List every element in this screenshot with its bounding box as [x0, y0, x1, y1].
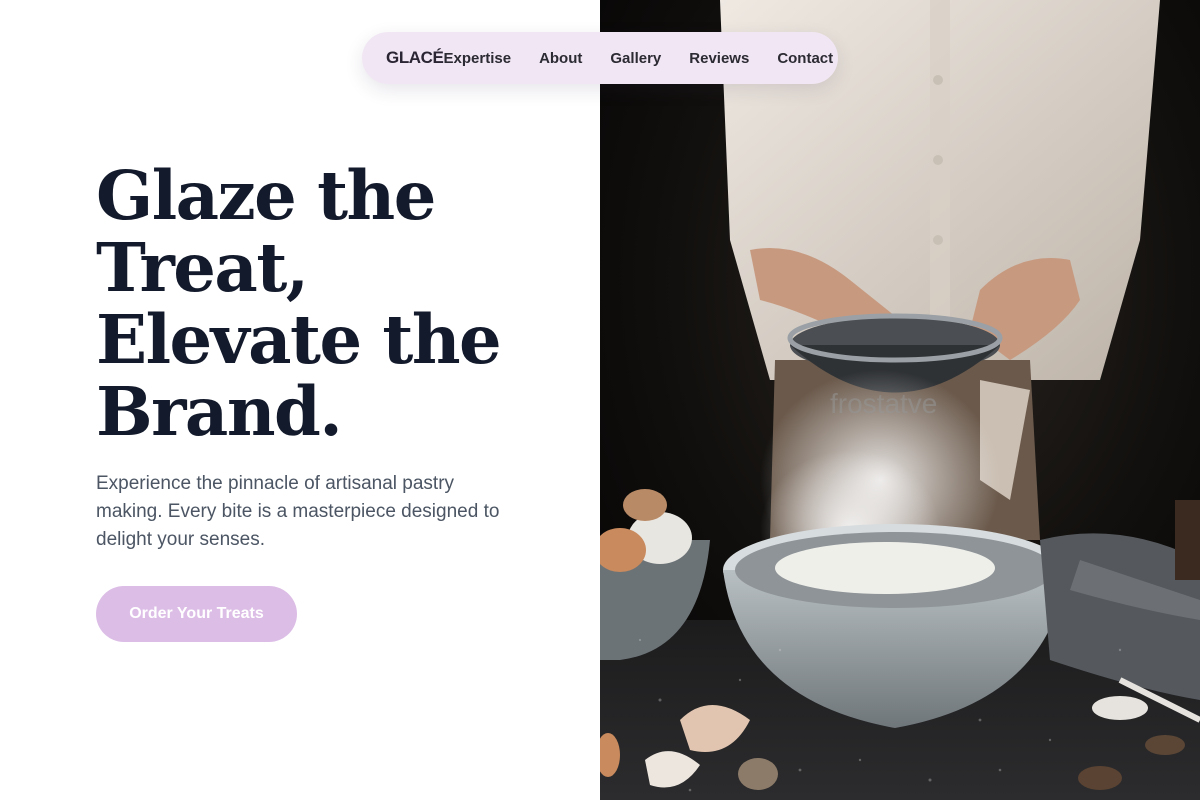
hero-text-panel: Glaze the Treat, Elevate the Brand. Expe…	[0, 0, 600, 800]
image-watermark: frostatve	[830, 388, 938, 419]
top-navigation: GLACÉ Expertise About Gallery Reviews Co…	[362, 32, 838, 84]
nav-link-reviews[interactable]: Reviews	[689, 50, 749, 67]
hero-subtext: Experience the pinnacle of artisanal pas…	[96, 473, 500, 550]
nav-link-expertise[interactable]: Expertise	[444, 50, 512, 67]
brand-logo[interactable]: GLACÉ	[386, 48, 444, 68]
nav-link-about[interactable]: About	[539, 50, 582, 67]
nav-links: Expertise About Gallery Reviews Contact	[444, 50, 834, 67]
headline-line-4: Brand.	[96, 372, 343, 451]
headline-line-1: Glaze the	[96, 156, 436, 235]
hero-headline: Glaze the Treat, Elevate the Brand.	[96, 160, 576, 448]
nav-link-contact[interactable]: Contact	[777, 50, 833, 67]
hero-photo: frostatve	[600, 0, 1200, 800]
nav-link-gallery[interactable]: Gallery	[610, 50, 661, 67]
headline-line-2: Treat,	[96, 228, 309, 307]
order-treats-button[interactable]: Order Your Treats	[96, 586, 297, 642]
headline-line-3: Elevate the	[96, 300, 502, 379]
